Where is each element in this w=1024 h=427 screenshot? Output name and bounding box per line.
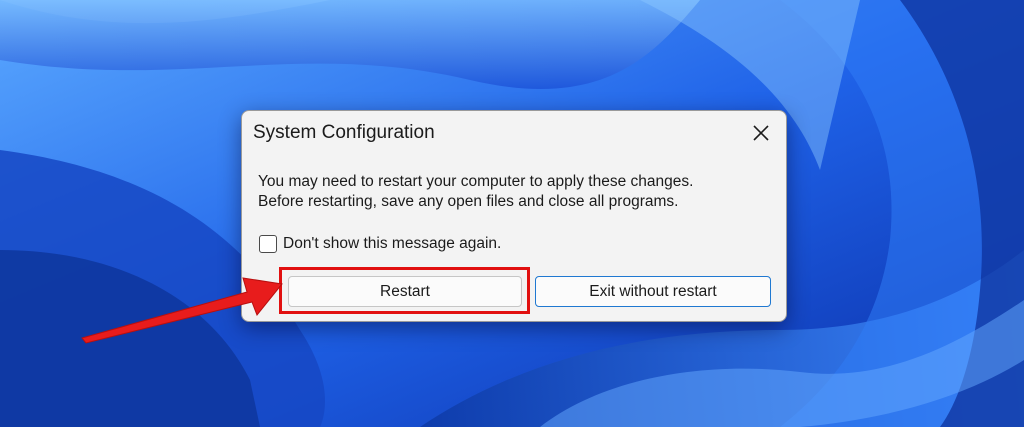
dont-show-again-row[interactable]: Don't show this message again. [259,235,501,253]
dont-show-again-label: Don't show this message again. [283,235,502,252]
message-line-1: You may need to restart your computer to… [258,173,694,190]
close-icon [753,125,769,141]
exit-without-restart-button[interactable]: Exit without restart [535,276,771,307]
restart-highlight-box [279,267,530,314]
dialog-title: System Configuration [253,122,435,143]
dont-show-again-checkbox[interactable] [259,235,277,253]
message-line-2: Before restarting, save any open files a… [258,193,679,210]
close-button[interactable] [750,122,772,144]
dialog-message: You may need to restart your computer to… [258,172,693,212]
